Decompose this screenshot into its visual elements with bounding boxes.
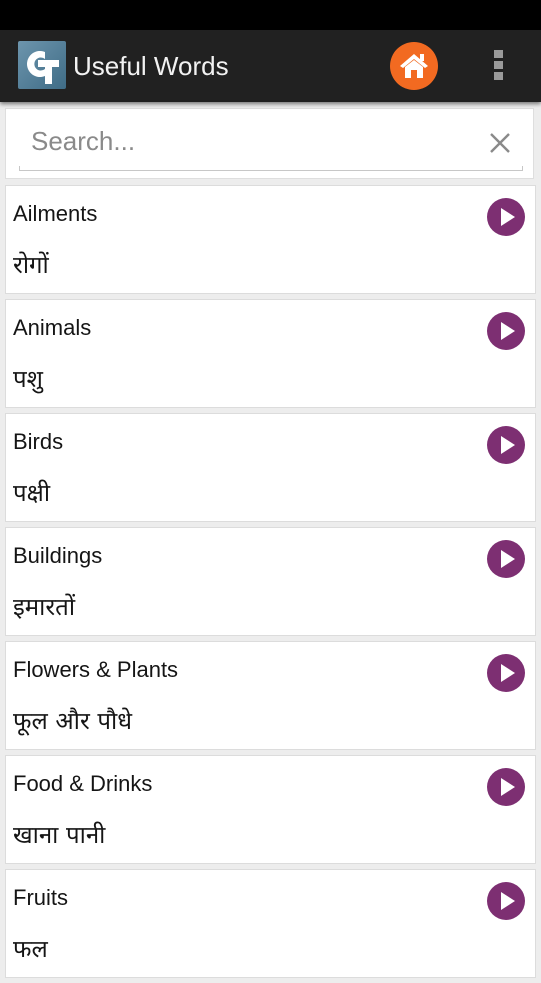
category-title: Ailments — [13, 201, 98, 226]
action-bar: Useful Words — [0, 30, 541, 102]
category-item-flowers-plants[interactable]: Flowers & Plants फूल और पौधे — [5, 641, 536, 750]
category-item-buildings[interactable]: Buildings इमारतों — [5, 527, 536, 636]
play-button[interactable] — [487, 882, 525, 920]
category-title: Flowers & Plants — [13, 657, 179, 682]
category-translation: पक्षी — [13, 479, 51, 507]
play-button[interactable] — [487, 312, 525, 350]
play-icon — [501, 778, 515, 796]
play-icon — [501, 550, 515, 568]
play-icon — [501, 436, 515, 454]
play-icon — [501, 664, 515, 682]
close-icon — [490, 133, 510, 153]
category-item-animals[interactable]: Animals पशु — [5, 299, 536, 408]
category-translation: फूल और पौधे — [13, 707, 133, 735]
play-icon — [501, 208, 515, 226]
search-bar — [5, 108, 534, 179]
search-underline — [19, 166, 523, 171]
play-button[interactable] — [487, 198, 525, 236]
category-title: Fruits — [13, 885, 68, 910]
category-translation: इमारतों — [13, 593, 76, 621]
more-options-button[interactable] — [488, 48, 510, 84]
home-icon — [400, 54, 428, 78]
category-item-food-drinks[interactable]: Food & Drinks खाना पानी — [5, 755, 536, 864]
play-icon — [501, 322, 515, 340]
category-translation: खाना पानी — [13, 821, 106, 849]
clear-search-button[interactable] — [486, 129, 514, 157]
category-title: Buildings — [13, 543, 103, 568]
category-list: Ailments रोगों Animals पशु Birds पक्षी B… — [5, 185, 536, 983]
home-button[interactable] — [390, 42, 438, 90]
category-item-birds[interactable]: Birds पक्षी — [5, 413, 536, 522]
play-button[interactable] — [487, 540, 525, 578]
search-input[interactable] — [19, 119, 509, 163]
play-button[interactable] — [487, 768, 525, 806]
status-bar — [0, 0, 541, 30]
category-title: Animals — [13, 315, 92, 340]
play-button[interactable] — [487, 654, 525, 692]
category-title: Birds — [13, 429, 64, 454]
category-translation: रोगों — [13, 251, 49, 279]
app-title: Useful Words — [73, 51, 229, 81]
app-logo-icon — [18, 41, 66, 89]
more-vertical-icon — [494, 50, 503, 58]
play-icon — [501, 892, 515, 910]
category-translation: पशु — [13, 365, 43, 393]
category-translation: फल — [13, 935, 48, 963]
category-title: Food & Drinks — [13, 771, 153, 796]
category-item-ailments[interactable]: Ailments रोगों — [5, 185, 536, 294]
play-button[interactable] — [487, 426, 525, 464]
